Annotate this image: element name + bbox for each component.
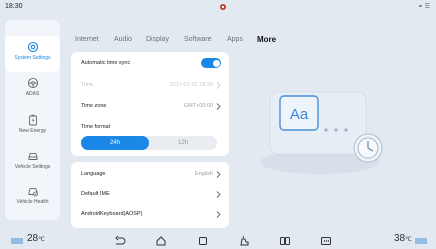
temperature-right[interactable]: 38℃ — [394, 233, 412, 244]
auto-time-sync-toggle[interactable] — [201, 58, 221, 68]
sidebar-item-label: ADAS — [25, 91, 40, 97]
sidebar-item-system-settings[interactable]: System Settings — [5, 36, 60, 72]
sidebar-item-label: New Energy — [18, 128, 47, 134]
time-format-12h[interactable]: 12h — [149, 136, 217, 150]
tab-apps[interactable]: Apps — [227, 36, 243, 43]
notification-icon — [220, 4, 226, 10]
time-settings-card: Automatic time sync Time 2017-01-01 18:3… — [71, 52, 229, 156]
time-label: Time — [81, 82, 94, 88]
tab-display[interactable]: Display — [146, 36, 169, 43]
seat-heat-icon[interactable] — [238, 235, 250, 247]
time-zone-row[interactable]: Time zone GMT+00:00 — [71, 98, 229, 114]
sidebar: System Settings ADAS New Energy Vehicle … — [5, 20, 60, 220]
chevron-right-icon — [216, 211, 221, 218]
time-format-label: Time format — [81, 124, 111, 130]
back-icon[interactable] — [114, 235, 126, 247]
car-icon — [28, 153, 37, 160]
sidebar-item-label: System Settings — [14, 55, 51, 61]
language-time-illustration: Aa — [260, 91, 383, 174]
steering-wheel-icon — [27, 77, 38, 89]
time-value: 2017-01-01 18:30 — [169, 82, 213, 88]
tab-software[interactable]: Software — [184, 36, 212, 43]
time-zone-value: GMT+00:00 — [183, 103, 213, 109]
split-screen-icon[interactable] — [279, 235, 291, 247]
sidebar-item-vehicle-settings[interactable]: Vehicle Settings — [5, 147, 60, 183]
time-zone-label: Time zone — [81, 103, 107, 109]
temperature-left[interactable]: 28℃ — [27, 233, 45, 244]
time-format-segmented-control: 24h 12h — [81, 136, 217, 150]
defrost-icon[interactable] — [320, 235, 332, 247]
sidebar-item-label: Vehicle Health — [16, 199, 49, 205]
car-health-icon — [28, 188, 38, 197]
keyboard-label: AndroidKeyboard(AOSP) — [81, 211, 143, 217]
default-ime-label: Default IME — [81, 191, 110, 197]
tab-audio[interactable]: Audio — [114, 36, 132, 43]
sidebar-item-vehicle-health[interactable]: Vehicle Health — [5, 182, 60, 218]
default-ime-row[interactable]: Default IME — [71, 186, 229, 202]
home-icon[interactable] — [155, 235, 167, 247]
chevron-right-icon — [216, 103, 221, 110]
status-bar: 18:30 ⚭ ☰ — [0, 0, 436, 18]
keyboard-row[interactable]: AndroidKeyboard(AOSP) — [71, 206, 229, 222]
fan-icon-right[interactable] — [414, 236, 428, 246]
time-format-24h[interactable]: 24h — [81, 136, 149, 150]
chevron-right-icon — [216, 82, 221, 89]
tab-more[interactable]: More — [257, 35, 276, 44]
sidebar-item-label: Vehicle Settings — [14, 164, 51, 170]
status-time: 18:30 — [5, 3, 23, 10]
illustration-aa-text: Aa — [290, 106, 309, 123]
tab-internet[interactable]: Internet — [75, 36, 99, 43]
status-icons: ⚭ ☰ — [417, 4, 430, 10]
chevron-right-icon — [216, 191, 221, 198]
fan-icon[interactable] — [10, 236, 24, 246]
battery-icon — [28, 114, 37, 126]
bottom-bar: 28℃ 38℃ — [0, 232, 436, 249]
auto-time-sync-label: Automatic time sync — [81, 60, 131, 66]
toggle-knob — [212, 59, 220, 67]
chevron-right-icon — [216, 171, 221, 178]
sidebar-item-new-energy[interactable]: New Energy — [5, 111, 60, 147]
language-label: Language — [81, 171, 106, 177]
language-settings-card: Language English Default IME AndroidKeyb… — [71, 162, 229, 228]
language-row[interactable]: Language English — [71, 166, 229, 182]
gear-icon — [27, 41, 38, 53]
sidebar-item-adas[interactable]: ADAS — [5, 74, 60, 110]
recents-icon[interactable] — [197, 235, 209, 247]
language-value: English — [194, 171, 213, 177]
